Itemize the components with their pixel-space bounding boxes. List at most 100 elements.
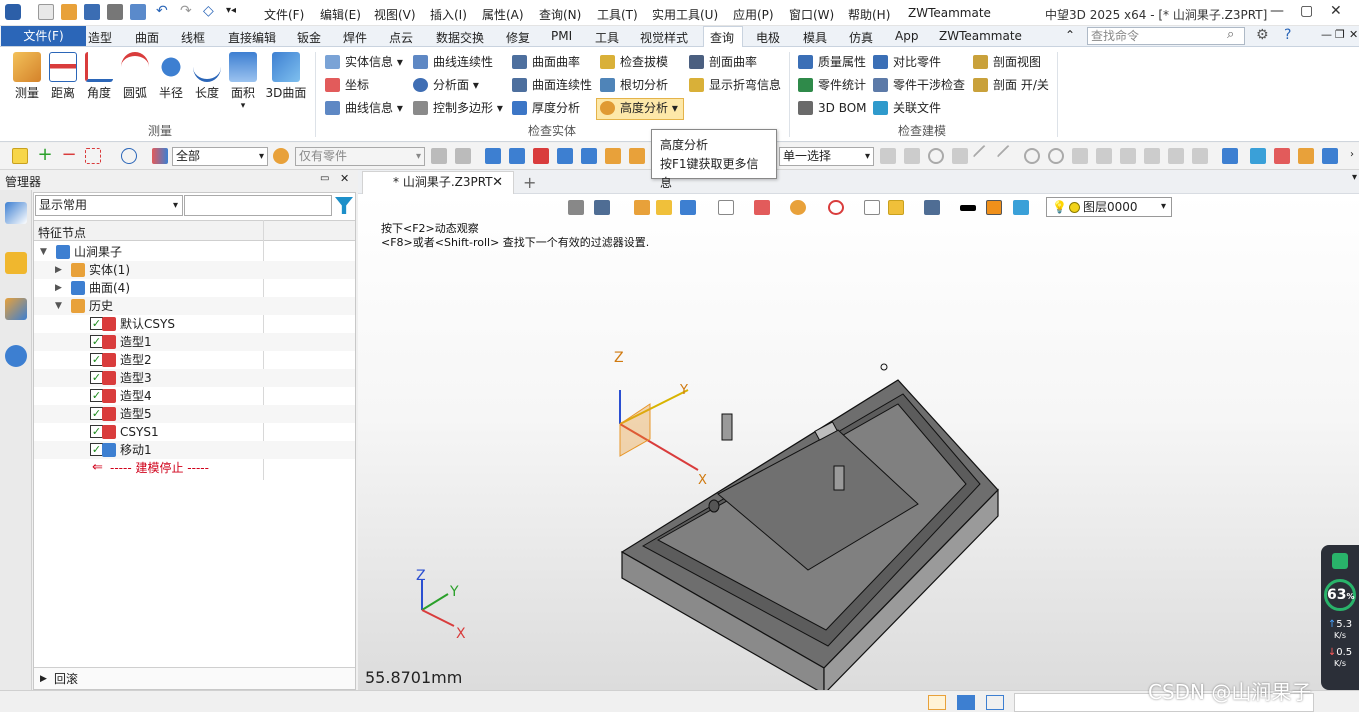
thickness-analysis-button[interactable]: 厚度分析 bbox=[512, 98, 580, 118]
collapse-ribbon-icon[interactable]: ⌃ bbox=[1065, 28, 1075, 42]
toolbar-overflow-icon[interactable]: › bbox=[1350, 149, 1354, 160]
tree-node[interactable]: ✓ 移动1 bbox=[34, 441, 355, 459]
tab-direct-edit[interactable]: 直接编辑 bbox=[228, 29, 276, 46]
close-icon[interactable]: ✕ bbox=[1330, 3, 1342, 19]
menu-help[interactable]: 帮助(H) bbox=[848, 6, 890, 23]
area-button[interactable]: 面积 ▾ bbox=[225, 52, 261, 111]
part-filter-icon[interactable] bbox=[273, 148, 289, 164]
save-icon[interactable] bbox=[84, 4, 100, 20]
expand-arrow-icon[interactable]: ▶ bbox=[55, 279, 62, 297]
coordinate-button[interactable]: 坐标 bbox=[325, 75, 369, 95]
part-only-combo[interactable]: 仅有零件 bbox=[295, 147, 425, 166]
box-select-icon[interactable] bbox=[85, 148, 101, 164]
tab-visual-style[interactable]: 视觉样式 bbox=[640, 29, 688, 46]
3d-surface-button[interactable]: 3D曲面 bbox=[264, 52, 308, 101]
tree-node[interactable]: ▶ 实体(1) bbox=[34, 261, 355, 279]
view-tool-icon[interactable] bbox=[1298, 148, 1314, 164]
snap-icon[interactable] bbox=[1120, 148, 1136, 164]
status-list-icon[interactable] bbox=[986, 695, 1004, 710]
measure-button[interactable]: 测量 bbox=[9, 52, 45, 101]
help-icon[interactable]: ? bbox=[1284, 27, 1291, 43]
tree-node[interactable]: ✓ 造型1 bbox=[34, 333, 355, 351]
print-icon[interactable] bbox=[107, 4, 123, 20]
select-mode-combo[interactable]: 单一选择 bbox=[779, 147, 874, 166]
open-folder-icon[interactable] bbox=[61, 4, 77, 20]
area-dropdown-icon[interactable]: ▾ bbox=[225, 101, 261, 111]
toolbar-tool-icon[interactable] bbox=[605, 148, 621, 164]
funnel-icon[interactable] bbox=[335, 197, 353, 214]
snap-icon[interactable] bbox=[1096, 148, 1112, 164]
section-toggle-button[interactable]: 剖面 开/关 bbox=[973, 75, 1049, 95]
menu-tools[interactable]: 工具(T) bbox=[597, 6, 638, 23]
snap-icon[interactable] bbox=[1072, 148, 1088, 164]
minimize-icon[interactable]: — bbox=[1270, 3, 1284, 19]
view-tool-icon[interactable] bbox=[1222, 148, 1238, 164]
snap-icon[interactable] bbox=[928, 148, 944, 164]
document-tab-close-icon[interactable]: ✕ bbox=[492, 172, 503, 193]
tab-weldment[interactable]: 焊件 bbox=[343, 29, 367, 46]
analyze-face-button[interactable]: 分析面 ▾ bbox=[413, 75, 479, 95]
tree-stop-marker[interactable]: ⇐ ----- 建模停止 ----- bbox=[34, 459, 355, 477]
tree-node[interactable]: ✓ 默认CSYS bbox=[34, 315, 355, 333]
tab-wireframe[interactable]: 线框 bbox=[181, 29, 205, 46]
tree-node[interactable]: ✓ 造型3 bbox=[34, 369, 355, 387]
interference-check-button[interactable]: 零件干涉检查 bbox=[873, 75, 965, 95]
tab-modeling[interactable]: 造型 bbox=[88, 29, 112, 46]
tab-app[interactable]: App bbox=[895, 29, 918, 43]
add-icon[interactable]: + bbox=[37, 146, 53, 164]
close-panel-icon[interactable]: ✕ bbox=[340, 172, 349, 185]
search-icon[interactable]: ⌕ bbox=[1227, 27, 1234, 42]
toolbar-tool-icon[interactable] bbox=[431, 148, 447, 164]
length-button[interactable]: 长度 bbox=[189, 52, 225, 101]
tree-node[interactable]: ✓ 造型5 bbox=[34, 405, 355, 423]
snap-icon[interactable] bbox=[880, 148, 896, 164]
mass-properties-button[interactable]: 质量属性 bbox=[798, 52, 866, 72]
tab-list-icon[interactable]: ▾ bbox=[1352, 172, 1357, 183]
maximize-icon[interactable]: ▢ bbox=[1300, 3, 1313, 19]
document-tab[interactable]: * 山涧果子.Z3PRT ✕ bbox=[362, 171, 514, 194]
tab-zwteammate[interactable]: ZWTeammate bbox=[939, 29, 1022, 43]
tree-node[interactable]: ▼ 历史 bbox=[34, 297, 355, 315]
related-files-button[interactable]: 关联文件 bbox=[873, 98, 941, 118]
collapse-arrow-icon[interactable]: ▼ bbox=[40, 243, 47, 261]
angle-button[interactable]: 角度 bbox=[81, 52, 117, 101]
snap-icon[interactable] bbox=[952, 148, 968, 164]
view-manager-icon[interactable] bbox=[5, 252, 27, 274]
toolbar-tool-icon[interactable] bbox=[455, 148, 471, 164]
expand-arrow-icon[interactable]: ▶ bbox=[55, 261, 62, 279]
view-tool-icon[interactable] bbox=[1274, 148, 1290, 164]
polygon-select-icon[interactable] bbox=[121, 148, 137, 164]
toolbar-tool-icon[interactable] bbox=[581, 148, 597, 164]
menu-query[interactable]: 查询(N) bbox=[539, 6, 581, 23]
snap-line-icon[interactable] bbox=[972, 144, 996, 168]
undercut-analysis-button[interactable]: 根切分析 bbox=[600, 75, 668, 95]
distance-button[interactable]: 距离 bbox=[45, 52, 81, 101]
undo-icon[interactable]: ↶ bbox=[156, 3, 168, 19]
command-search-input[interactable]: 查找命令 bbox=[1087, 27, 1245, 45]
history-manager-icon[interactable] bbox=[5, 202, 27, 224]
user-icon[interactable] bbox=[5, 345, 27, 367]
tab-mold[interactable]: 模具 bbox=[803, 29, 827, 46]
tree-node[interactable]: ▼ 山涧果子 bbox=[34, 243, 355, 261]
check-draft-button[interactable]: 检查拔模 bbox=[600, 52, 668, 72]
display-filter-select[interactable]: 显示常用 bbox=[35, 195, 183, 216]
snap-circle-icon[interactable] bbox=[1048, 148, 1064, 164]
select-pointer-icon[interactable] bbox=[12, 148, 28, 164]
menu-utilities[interactable]: 实用工具(U) bbox=[652, 6, 718, 23]
menu-file[interactable]: 文件(F) bbox=[264, 6, 304, 23]
snap-icon[interactable] bbox=[1192, 148, 1208, 164]
toolbar-tool-icon[interactable] bbox=[557, 148, 573, 164]
arc-button[interactable]: 圆弧 bbox=[117, 52, 153, 101]
radius-button[interactable]: 半径 bbox=[153, 52, 189, 101]
new-file-icon[interactable] bbox=[38, 4, 54, 20]
network-monitor-widget[interactable]: 63% ↑5.3 K/s ↓0.5 K/s bbox=[1321, 545, 1359, 690]
toolbar-tool-icon[interactable] bbox=[485, 148, 501, 164]
3d-bom-button[interactable]: 3D BOM bbox=[798, 98, 867, 118]
doc-close-icon[interactable]: ✕ bbox=[1349, 28, 1358, 41]
tree-node[interactable]: ✓ 造型2 bbox=[34, 351, 355, 369]
status-view-icon[interactable] bbox=[928, 695, 946, 710]
filter-icon[interactable] bbox=[152, 148, 168, 164]
tab-sheet-metal[interactable]: 钣金 bbox=[297, 29, 321, 46]
control-polygon-button[interactable]: 控制多边形 ▾ bbox=[413, 98, 503, 118]
tab-pmi[interactable]: PMI bbox=[551, 29, 572, 43]
